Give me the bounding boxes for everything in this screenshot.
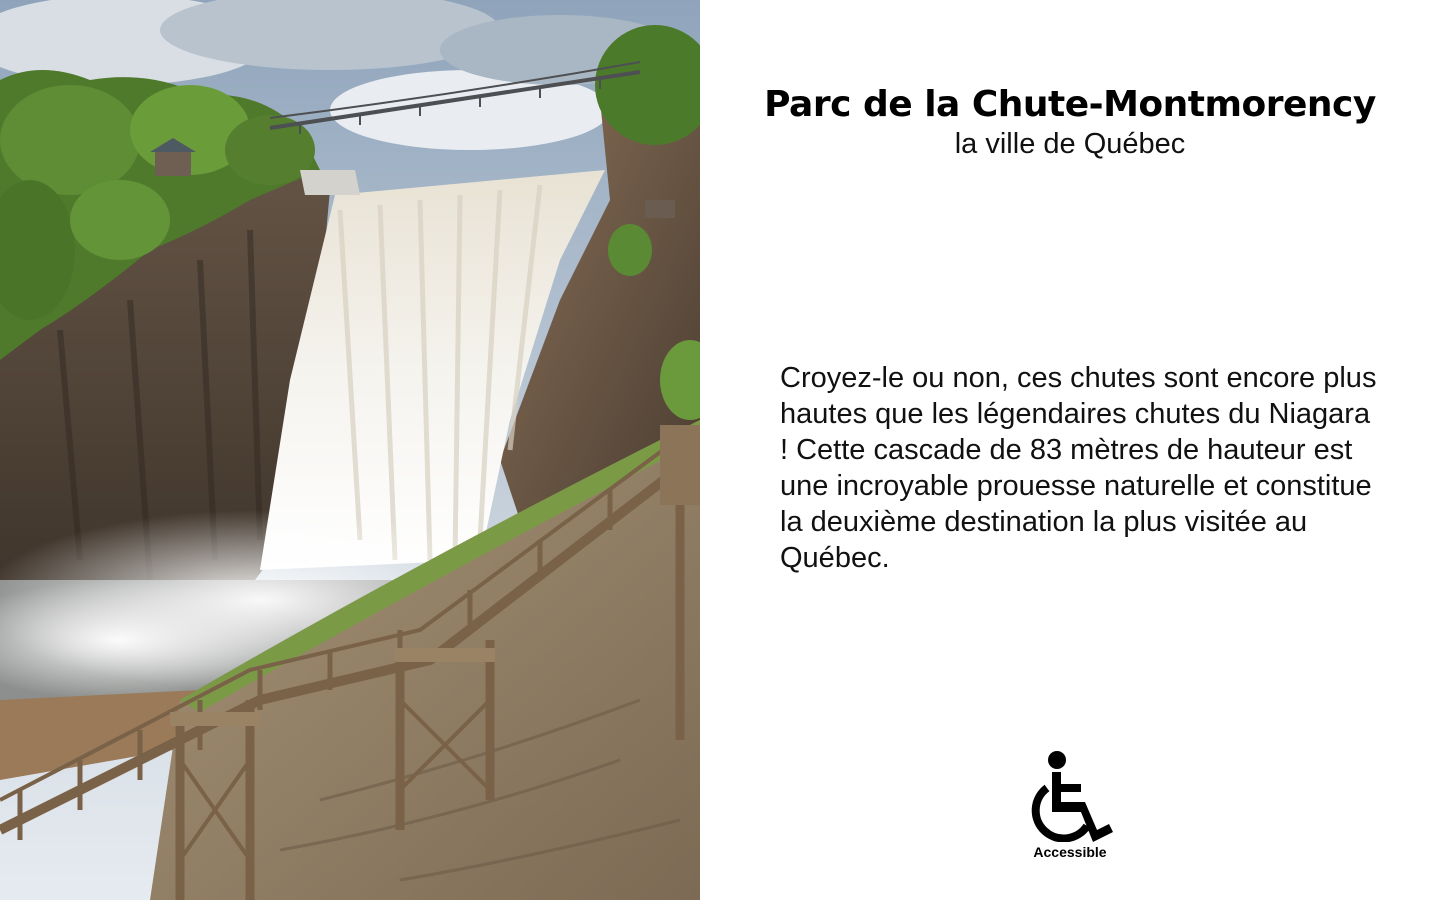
waterfall-photo [0, 0, 700, 900]
attraction-card: Parc de la Chute-Montmorency la ville de… [0, 0, 1440, 900]
wheelchair-icon [1010, 750, 1130, 842]
accessibility-label: Accessible [1033, 844, 1107, 860]
accessibility-badge: Accessible [1010, 750, 1130, 860]
attraction-description: Croyez-le ou non, ces chutes sont encore… [780, 362, 1377, 574]
info-panel: Parc de la Chute-Montmorency la ville de… [700, 0, 1440, 900]
page-title: Parc de la Chute-Montmorency [764, 84, 1376, 125]
page-subtitle: la ville de Québec [954, 128, 1186, 160]
